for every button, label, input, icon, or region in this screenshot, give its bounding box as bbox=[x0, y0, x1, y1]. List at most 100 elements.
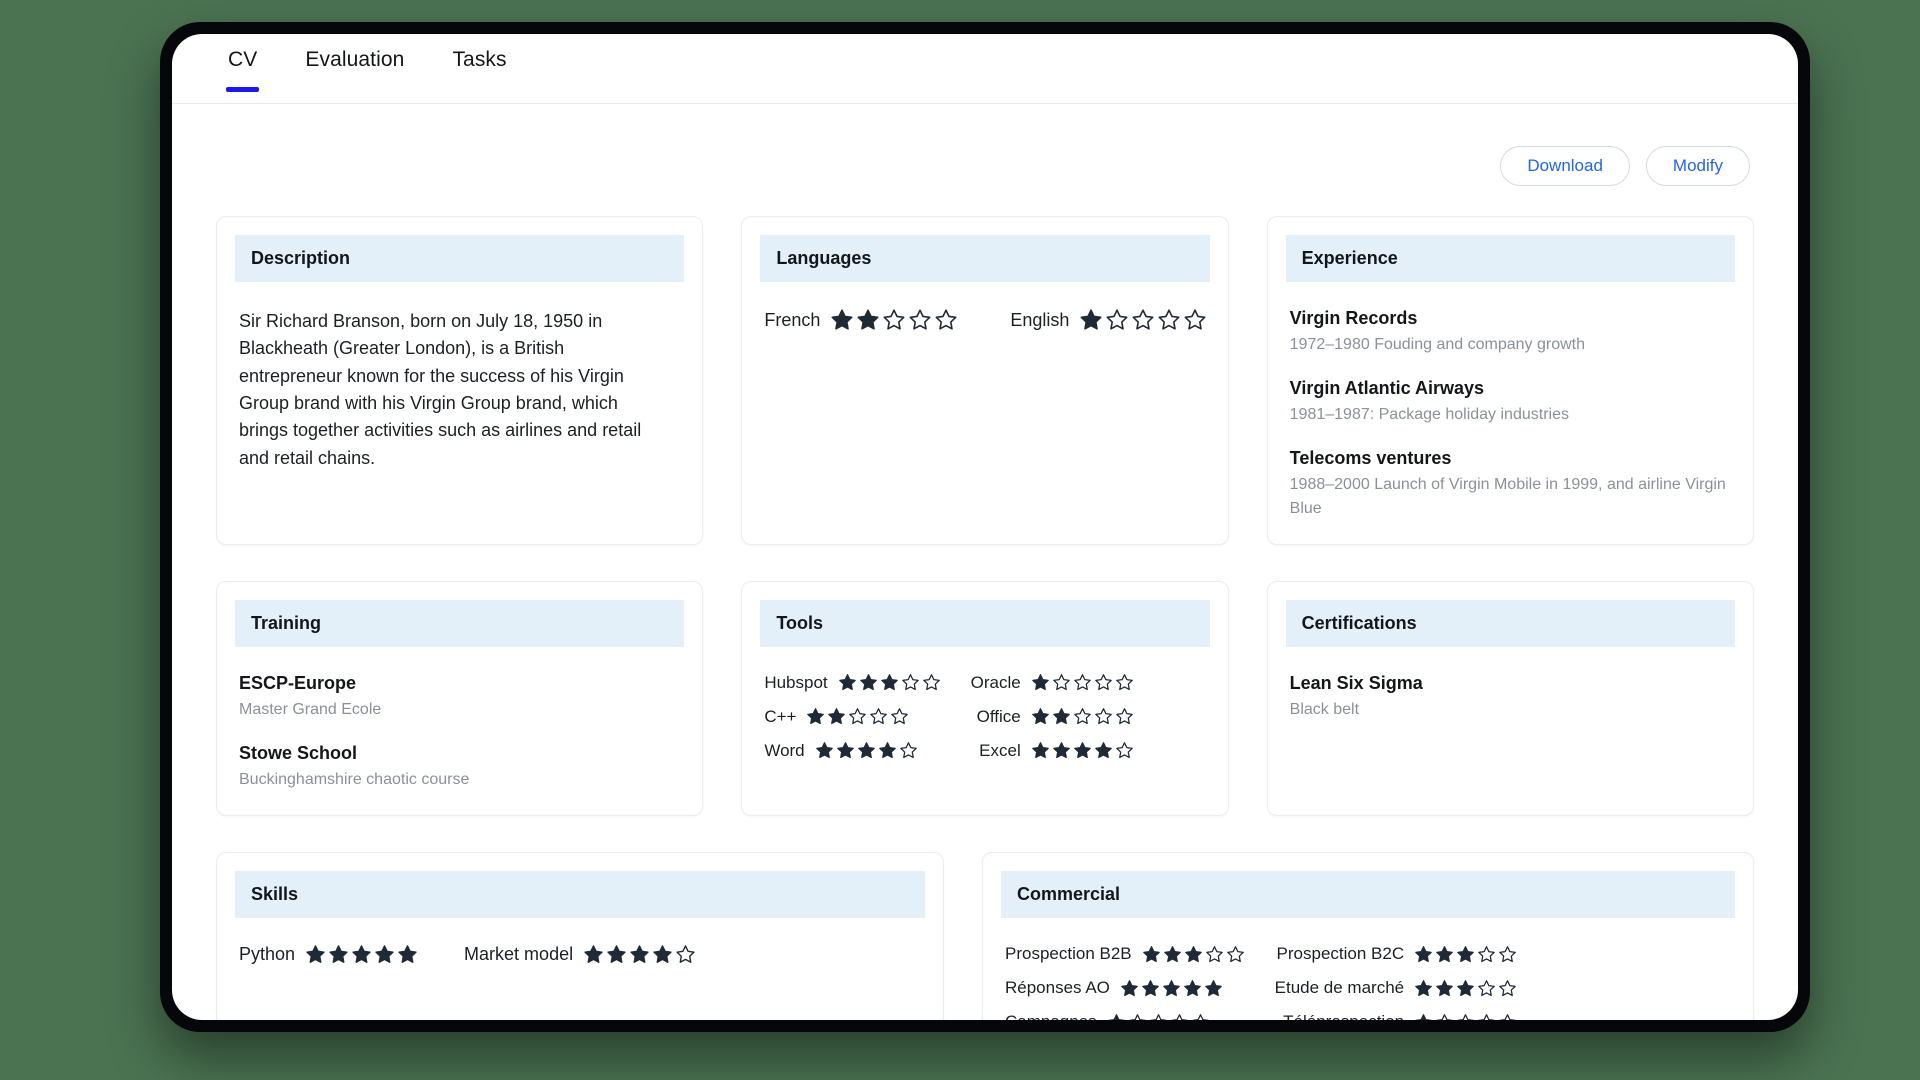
star-empty-icon[interactable] bbox=[1456, 1013, 1475, 1020]
star-filled-icon[interactable] bbox=[583, 944, 604, 965]
star-filled-icon[interactable] bbox=[1120, 979, 1139, 998]
star-filled-icon[interactable] bbox=[1414, 1013, 1433, 1020]
star-filled-icon[interactable] bbox=[1031, 673, 1050, 692]
star-filled-icon[interactable] bbox=[1163, 945, 1182, 964]
star-empty-icon[interactable] bbox=[1157, 308, 1181, 332]
star-filled-icon[interactable] bbox=[305, 944, 326, 965]
star-rating[interactable] bbox=[1142, 945, 1245, 964]
star-filled-icon[interactable] bbox=[1456, 979, 1475, 998]
star-filled-icon[interactable] bbox=[859, 673, 878, 692]
star-empty-icon[interactable] bbox=[882, 308, 906, 332]
star-empty-icon[interactable] bbox=[675, 944, 696, 965]
star-rating[interactable] bbox=[305, 944, 418, 965]
star-rating[interactable] bbox=[1414, 1013, 1517, 1020]
star-empty-icon[interactable] bbox=[1094, 673, 1113, 692]
star-empty-icon[interactable] bbox=[1094, 707, 1113, 726]
star-filled-icon[interactable] bbox=[1456, 945, 1475, 964]
star-filled-icon[interactable] bbox=[880, 673, 899, 692]
star-filled-icon[interactable] bbox=[1094, 741, 1113, 760]
star-empty-icon[interactable] bbox=[934, 308, 958, 332]
star-filled-icon[interactable] bbox=[830, 308, 854, 332]
star-filled-icon[interactable] bbox=[397, 944, 418, 965]
star-rating[interactable] bbox=[1414, 945, 1517, 964]
star-filled-icon[interactable] bbox=[1073, 741, 1092, 760]
star-filled-icon[interactable] bbox=[1414, 945, 1433, 964]
star-rating[interactable] bbox=[830, 308, 958, 332]
star-filled-icon[interactable] bbox=[815, 741, 834, 760]
star-empty-icon[interactable] bbox=[908, 308, 932, 332]
star-rating[interactable] bbox=[838, 673, 941, 692]
star-empty-icon[interactable] bbox=[1477, 979, 1496, 998]
star-filled-icon[interactable] bbox=[652, 944, 673, 965]
star-empty-icon[interactable] bbox=[1191, 1013, 1210, 1020]
star-empty-icon[interactable] bbox=[1477, 1013, 1496, 1020]
star-filled-icon[interactable] bbox=[351, 944, 372, 965]
star-empty-icon[interactable] bbox=[1073, 673, 1092, 692]
star-filled-icon[interactable] bbox=[1052, 707, 1071, 726]
star-filled-icon[interactable] bbox=[857, 741, 876, 760]
star-empty-icon[interactable] bbox=[1128, 1013, 1147, 1020]
star-filled-icon[interactable] bbox=[827, 707, 846, 726]
star-filled-icon[interactable] bbox=[1414, 979, 1433, 998]
star-filled-icon[interactable] bbox=[1031, 741, 1050, 760]
tab-tasks[interactable]: Tasks bbox=[432, 34, 526, 92]
star-filled-icon[interactable] bbox=[1204, 979, 1223, 998]
star-filled-icon[interactable] bbox=[878, 741, 897, 760]
star-empty-icon[interactable] bbox=[848, 707, 867, 726]
star-rating[interactable] bbox=[1079, 308, 1207, 332]
star-filled-icon[interactable] bbox=[1031, 707, 1050, 726]
star-filled-icon[interactable] bbox=[1435, 945, 1454, 964]
star-rating[interactable] bbox=[1107, 1013, 1210, 1020]
star-empty-icon[interactable] bbox=[1183, 308, 1207, 332]
star-empty-icon[interactable] bbox=[1477, 945, 1496, 964]
download-button[interactable]: Download bbox=[1500, 146, 1630, 186]
star-filled-icon[interactable] bbox=[629, 944, 650, 965]
star-empty-icon[interactable] bbox=[1170, 1013, 1189, 1020]
star-empty-icon[interactable] bbox=[1205, 945, 1224, 964]
star-filled-icon[interactable] bbox=[1184, 945, 1203, 964]
star-empty-icon[interactable] bbox=[1435, 1013, 1454, 1020]
star-empty-icon[interactable] bbox=[890, 707, 909, 726]
modify-button[interactable]: Modify bbox=[1645, 146, 1750, 186]
star-filled-icon[interactable] bbox=[838, 673, 857, 692]
star-rating[interactable] bbox=[1031, 741, 1134, 760]
star-filled-icon[interactable] bbox=[1141, 979, 1160, 998]
star-empty-icon[interactable] bbox=[869, 707, 888, 726]
star-filled-icon[interactable] bbox=[836, 741, 855, 760]
tab-cv[interactable]: CV bbox=[208, 34, 277, 92]
star-empty-icon[interactable] bbox=[1052, 673, 1071, 692]
star-empty-icon[interactable] bbox=[1073, 707, 1092, 726]
star-empty-icon[interactable] bbox=[901, 673, 920, 692]
star-empty-icon[interactable] bbox=[1115, 673, 1134, 692]
star-filled-icon[interactable] bbox=[374, 944, 395, 965]
star-filled-icon[interactable] bbox=[1183, 979, 1202, 998]
star-empty-icon[interactable] bbox=[1498, 1013, 1517, 1020]
star-rating[interactable] bbox=[1414, 979, 1517, 998]
star-rating[interactable] bbox=[815, 741, 918, 760]
star-empty-icon[interactable] bbox=[1115, 707, 1134, 726]
star-empty-icon[interactable] bbox=[1498, 979, 1517, 998]
star-rating[interactable] bbox=[1120, 979, 1223, 998]
star-filled-icon[interactable] bbox=[856, 308, 880, 332]
star-empty-icon[interactable] bbox=[1498, 945, 1517, 964]
star-filled-icon[interactable] bbox=[606, 944, 627, 965]
star-rating[interactable] bbox=[1031, 707, 1134, 726]
tab-evaluation[interactable]: Evaluation bbox=[285, 34, 424, 92]
star-empty-icon[interactable] bbox=[922, 673, 941, 692]
star-rating[interactable] bbox=[806, 707, 909, 726]
star-filled-icon[interactable] bbox=[806, 707, 825, 726]
star-empty-icon[interactable] bbox=[1131, 308, 1155, 332]
star-empty-icon[interactable] bbox=[899, 741, 918, 760]
star-filled-icon[interactable] bbox=[1142, 945, 1161, 964]
star-filled-icon[interactable] bbox=[1052, 741, 1071, 760]
star-empty-icon[interactable] bbox=[1105, 308, 1129, 332]
star-empty-icon[interactable] bbox=[1149, 1013, 1168, 1020]
star-empty-icon[interactable] bbox=[1115, 741, 1134, 760]
star-rating[interactable] bbox=[1031, 673, 1134, 692]
star-filled-icon[interactable] bbox=[1435, 979, 1454, 998]
star-filled-icon[interactable] bbox=[1079, 308, 1103, 332]
star-filled-icon[interactable] bbox=[1107, 1013, 1126, 1020]
star-rating[interactable] bbox=[583, 944, 696, 965]
star-filled-icon[interactable] bbox=[328, 944, 349, 965]
star-empty-icon[interactable] bbox=[1226, 945, 1245, 964]
